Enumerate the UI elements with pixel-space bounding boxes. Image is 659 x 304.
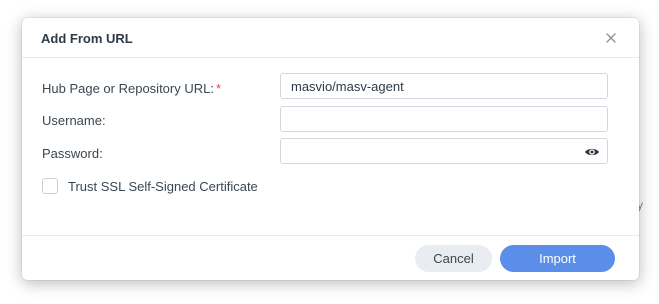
trust-ssl-checkbox[interactable] [42, 178, 58, 194]
username-label: Username: [42, 113, 106, 128]
dialog-footer: Cancel Import [22, 235, 639, 280]
trust-ssl-label[interactable]: Trust SSL Self-Signed Certificate [68, 179, 258, 194]
password-label: Password: [42, 146, 103, 161]
close-icon [606, 33, 616, 43]
username-field-box [280, 106, 608, 132]
url-label-text: Hub Page or Repository URL: [42, 81, 214, 96]
eye-icon [585, 148, 599, 156]
username-input[interactable] [281, 107, 607, 131]
url-label: Hub Page or Repository URL: * [42, 81, 221, 96]
dialog-header: Add From URL [22, 18, 639, 58]
required-marker: * [215, 81, 222, 96]
password-input[interactable] [281, 139, 571, 163]
add-from-url-dialog: Add From URL Hub Page or Repository URL:… [22, 18, 639, 280]
import-button[interactable]: Import [500, 245, 615, 272]
close-button[interactable] [600, 27, 622, 49]
url-field-box [280, 73, 608, 99]
password-field-box [280, 138, 608, 164]
cancel-button[interactable]: Cancel [415, 245, 492, 272]
url-input[interactable] [281, 74, 607, 98]
show-password-button[interactable] [584, 144, 600, 160]
trust-ssl-row: Trust SSL Self-Signed Certificate [42, 177, 258, 195]
dialog-title: Add From URL [41, 31, 133, 46]
